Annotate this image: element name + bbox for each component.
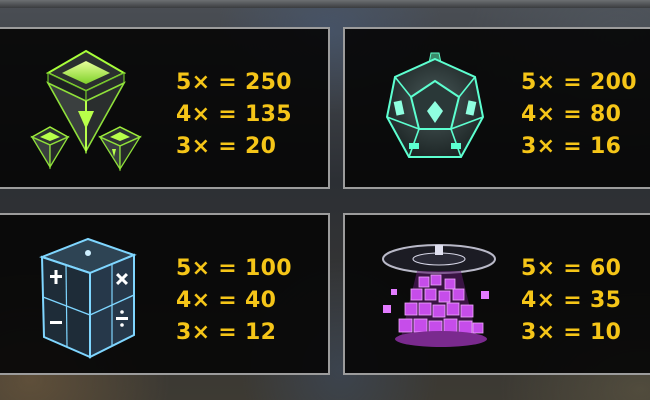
purple-cube-pedestal-icon <box>365 225 505 365</box>
payout-5x: 5× = 100 <box>176 256 292 281</box>
payout-list: 5× = 250 4× = 135 3× = 20 <box>176 67 292 163</box>
payout-4x: 4× = 35 <box>521 288 622 313</box>
payout-list: 5× = 60 4× = 35 3× = 10 <box>521 253 621 349</box>
payout-3x: 3× = 12 <box>176 320 277 345</box>
payout-4x: 4× = 40 <box>176 288 277 313</box>
payout-3x: 3× = 10 <box>521 320 622 345</box>
payout-5x: 5× = 200 <box>521 70 637 95</box>
payout-3x: 3× = 20 <box>176 134 277 159</box>
teal-dodecahedron-icon <box>365 39 505 179</box>
top-frame-bar <box>0 0 650 8</box>
payout-5x: 5× = 60 <box>521 256 622 281</box>
payout-4x: 4× = 80 <box>521 102 622 127</box>
payout-3x: 3× = 16 <box>521 134 622 159</box>
blue-math-cube-icon <box>16 225 156 365</box>
payout-list: 5× = 200 4× = 80 3× = 16 <box>521 67 637 163</box>
paytable-panel-green-pyramid: 5× = 250 4× = 135 3× = 20 <box>0 27 330 189</box>
payout-list: 5× = 100 4× = 40 3× = 12 <box>176 253 292 349</box>
payout-4x: 4× = 135 <box>176 102 292 127</box>
green-pyramid-cluster-icon <box>16 39 156 179</box>
paytable-panel-purple-cube-pedestal: 5× = 60 4× = 35 3× = 10 <box>343 213 650 375</box>
paytable-panel-teal-dodecahedron: 5× = 200 4× = 80 3× = 16 <box>343 27 650 189</box>
paytable-panel-blue-math-cube: 5× = 100 4× = 40 3× = 12 <box>0 213 330 375</box>
payout-5x: 5× = 250 <box>176 70 292 95</box>
